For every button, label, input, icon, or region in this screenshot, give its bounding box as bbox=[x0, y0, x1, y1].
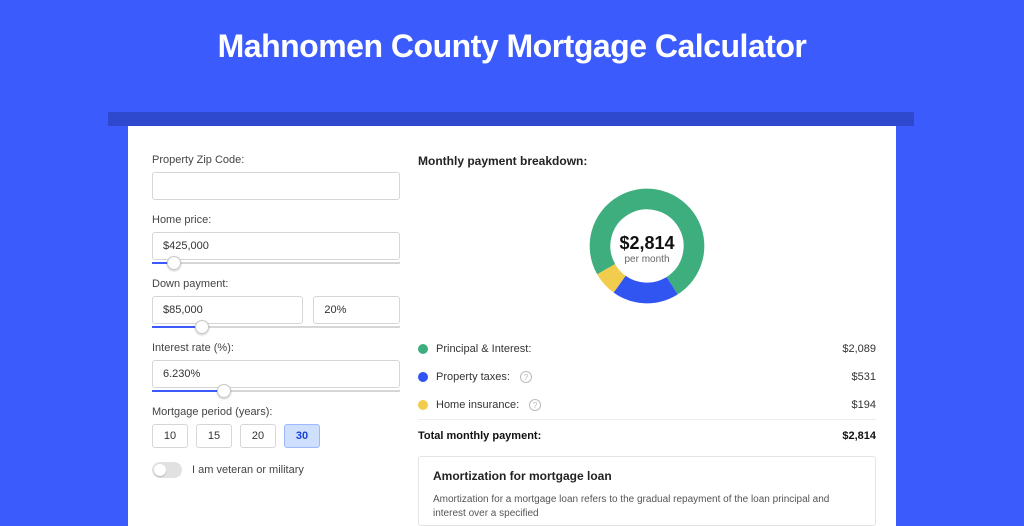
total-value: $2,814 bbox=[842, 430, 876, 442]
down-payment-slider-thumb[interactable] bbox=[195, 320, 209, 334]
legend-label-0: Principal & Interest: bbox=[436, 343, 531, 355]
amortization-title: Amortization for mortgage loan bbox=[433, 469, 861, 483]
down-payment-percent-input[interactable] bbox=[313, 296, 400, 324]
donut-chart: $2,814 per month bbox=[585, 184, 709, 313]
interest-rate-slider[interactable] bbox=[152, 390, 400, 392]
donut-center-amount: $2,814 bbox=[619, 233, 674, 254]
mortgage-period-option-30[interactable]: 30 bbox=[284, 424, 320, 448]
info-icon[interactable]: ? bbox=[520, 371, 532, 383]
down-payment-label: Down payment: bbox=[152, 278, 400, 290]
legend-row-0: Principal & Interest: $2,089 bbox=[418, 335, 876, 363]
home-price-label: Home price: bbox=[152, 214, 400, 226]
mortgage-period-label: Mortgage period (years): bbox=[152, 406, 400, 418]
mortgage-period-option-10[interactable]: 10 bbox=[152, 424, 188, 448]
veteran-label: I am veteran or military bbox=[192, 464, 304, 476]
legend-value-0: $2,089 bbox=[842, 343, 876, 355]
legend-label-1: Property taxes: bbox=[436, 371, 510, 383]
donut-center-sub: per month bbox=[619, 254, 674, 265]
legend-value-1: $531 bbox=[852, 371, 876, 383]
interest-rate-label: Interest rate (%): bbox=[152, 342, 400, 354]
form-column: Property Zip Code: Home price: Down paym… bbox=[152, 154, 400, 526]
interest-rate-slider-fill bbox=[152, 390, 224, 392]
down-payment-slider[interactable] bbox=[152, 326, 400, 328]
legend-dot-0 bbox=[418, 344, 428, 354]
mortgage-period-group: 10 15 20 30 bbox=[152, 424, 400, 448]
legend-dot-1 bbox=[418, 372, 428, 382]
down-payment-amount-input[interactable] bbox=[152, 296, 303, 324]
breakdown-title: Monthly payment breakdown: bbox=[418, 154, 876, 168]
mortgage-period-option-15[interactable]: 15 bbox=[196, 424, 232, 448]
veteran-toggle[interactable] bbox=[152, 462, 182, 478]
veteran-toggle-knob bbox=[154, 464, 166, 476]
home-price-slider[interactable] bbox=[152, 262, 400, 264]
legend-row-2: Home insurance:? $194 bbox=[418, 391, 876, 419]
breakdown-column: Monthly payment breakdown: $2,814 per mo… bbox=[418, 154, 876, 526]
info-icon[interactable]: ? bbox=[529, 399, 541, 411]
page-title: Mahnomen County Mortgage Calculator bbox=[0, 0, 1024, 65]
legend: Principal & Interest: $2,089 Property taxe… bbox=[418, 335, 876, 420]
interest-rate-input[interactable] bbox=[152, 360, 400, 388]
legend-value-2: $194 bbox=[852, 399, 876, 411]
calculator-card: Property Zip Code: Home price: Down paym… bbox=[128, 126, 896, 526]
zip-input[interactable] bbox=[152, 172, 400, 200]
amortization-text: Amortization for a mortgage loan refers … bbox=[433, 493, 861, 521]
home-price-slider-thumb[interactable] bbox=[167, 256, 181, 270]
zip-label: Property Zip Code: bbox=[152, 154, 400, 166]
amortization-box: Amortization for mortgage loan Amortizat… bbox=[418, 456, 876, 526]
home-price-input[interactable] bbox=[152, 232, 400, 260]
mortgage-period-option-20[interactable]: 20 bbox=[240, 424, 276, 448]
legend-row-1: Property taxes:? $531 bbox=[418, 363, 876, 391]
legend-label-2: Home insurance: bbox=[436, 399, 519, 411]
interest-rate-slider-thumb[interactable] bbox=[217, 384, 231, 398]
legend-dot-2 bbox=[418, 400, 428, 410]
total-label: Total monthly payment: bbox=[418, 430, 541, 442]
header-accent-bar bbox=[108, 112, 914, 126]
